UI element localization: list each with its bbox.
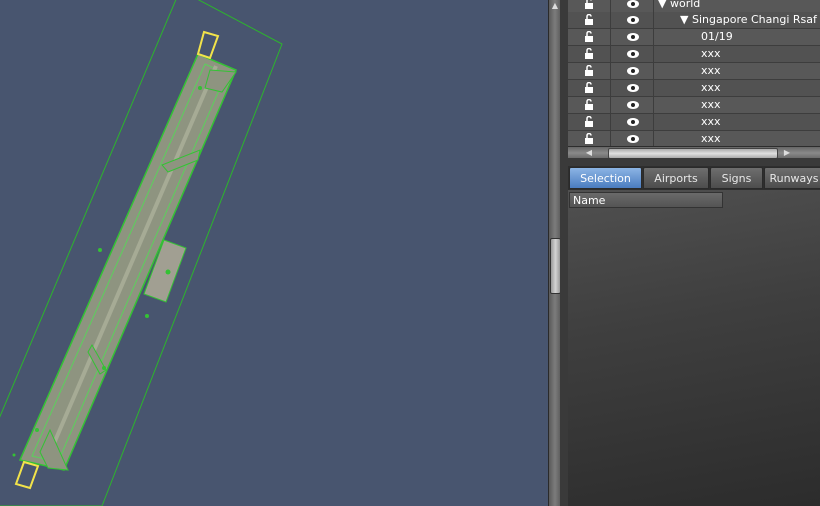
tree-item-label[interactable]: xxx [701,97,721,113]
tree-item-label[interactable]: world [670,0,700,12]
eye-icon[interactable] [626,32,640,42]
tree-row[interactable]: ▼ Singapore Changi Rsaf [568,12,820,29]
splitter[interactable] [560,0,568,506]
tab-runways[interactable]: Runways [764,167,820,189]
tree-row[interactable]: xxx [568,80,820,97]
unlock-icon[interactable] [584,0,594,9]
unlock-icon[interactable] [584,14,594,25]
tree-row[interactable]: xxx [568,63,820,80]
visibility-column [611,0,654,12]
property-tabs: Selection Airports Signs Runways [568,166,820,190]
lock-column [568,0,611,12]
tree-row[interactable]: 01/19 [568,29,820,46]
unlock-icon[interactable] [584,82,594,93]
marker-node [98,248,102,252]
unlock-icon[interactable] [584,48,594,59]
unlock-icon[interactable] [584,116,594,127]
map-viewport[interactable] [0,0,548,506]
tree-row[interactable]: xxx [568,131,820,146]
marker-node [12,453,16,457]
tree-item-label[interactable]: Singapore Changi Rsaf [692,12,817,28]
tree-item-label[interactable]: xxx [701,114,721,130]
unlock-icon[interactable] [584,133,594,144]
tree-row[interactable]: xxx [568,46,820,63]
marker-node [198,86,202,90]
marker-node [165,269,171,275]
marker-node [102,366,106,370]
marker-node [145,314,149,318]
selection-panel: Name [568,190,820,506]
tree-expander[interactable]: ▼ [680,12,688,28]
tree-row[interactable]: xxx [568,97,820,114]
pane-divider[interactable] [568,158,820,166]
marker-node [35,428,39,432]
tree-item-label[interactable]: xxx [701,63,721,79]
runway [18,53,237,471]
tree-row[interactable]: xxx [568,114,820,131]
tree-expander[interactable]: ▼ [658,0,666,12]
airport-layout-drawing[interactable] [0,0,548,506]
tree-item-label[interactable]: xxx [701,131,721,146]
tab-signs[interactable]: Signs [710,167,763,189]
tab-airports[interactable]: Airports [643,167,709,189]
eye-icon[interactable] [626,100,640,110]
tree-item-label[interactable]: xxx [701,80,721,96]
layer-tree[interactable]: ▼ world ▼ Singapore Changi Rsaf 01/19 xx… [568,0,820,146]
eye-icon[interactable] [626,134,640,144]
eye-icon[interactable] [626,49,640,59]
eye-icon[interactable] [626,83,640,93]
tree-item-label[interactable]: 01/19 [701,29,733,45]
runway-end-north [196,30,220,60]
unlock-icon[interactable] [584,99,594,110]
eye-icon[interactable] [626,0,640,9]
column-header-name[interactable]: Name [569,192,723,208]
unlock-icon[interactable] [584,65,594,76]
tab-selection[interactable]: Selection [569,167,642,189]
runway-end-south [14,460,40,490]
eye-icon[interactable] [626,15,640,25]
tree-item-label[interactable]: xxx [701,46,721,62]
runway-centerline [44,65,218,463]
eye-icon[interactable] [626,66,640,76]
unlock-icon[interactable] [584,31,594,42]
eye-icon[interactable] [626,117,640,127]
